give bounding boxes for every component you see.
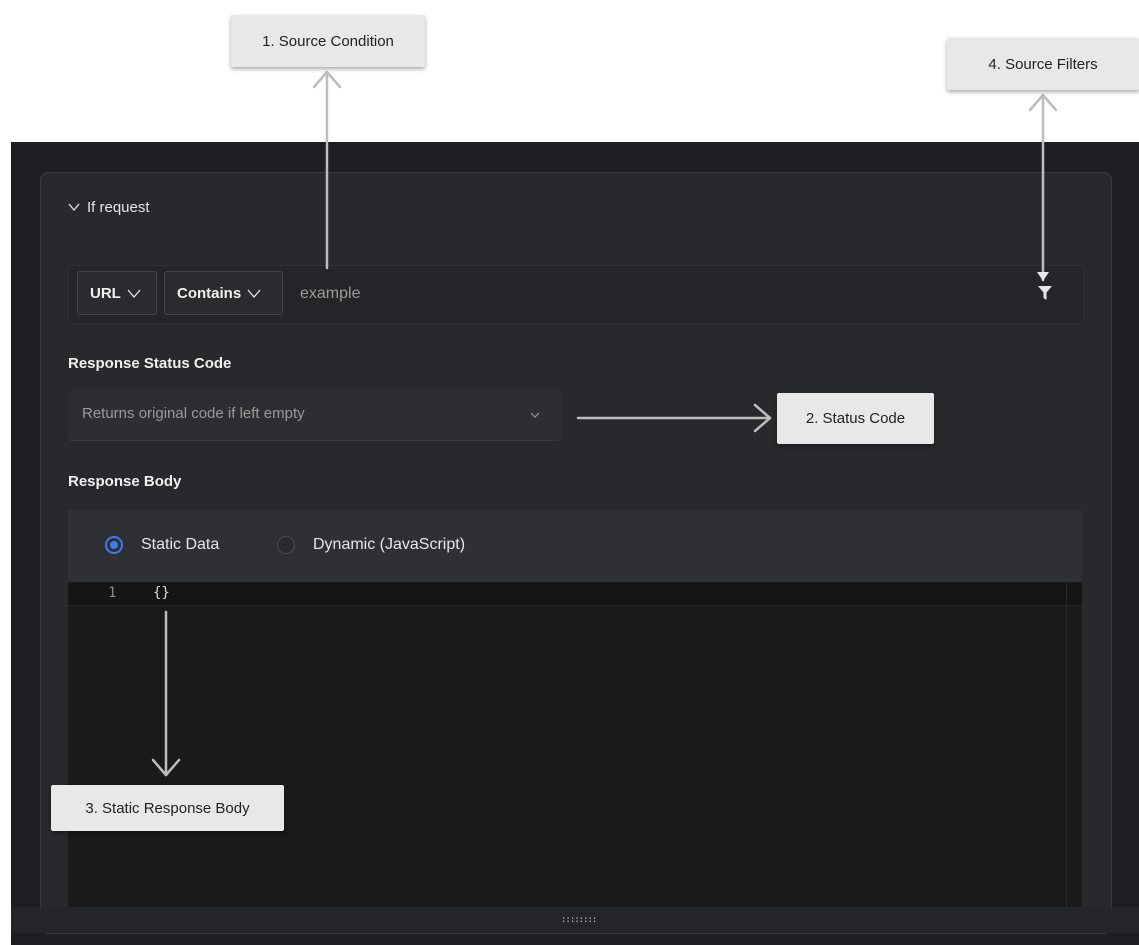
static-data-radio[interactable] [105, 536, 123, 554]
dynamic-javascript-radio[interactable] [277, 536, 295, 554]
callout-source-filters: 4. Source Filters [947, 38, 1139, 90]
editor-line-number: 1 [108, 585, 117, 601]
arrowhead-source-condition [312, 70, 342, 89]
source-key-label: URL [90, 284, 121, 302]
rule-header-title: If request [87, 199, 150, 216]
drag-handle-icon[interactable]: :::::::: [561, 915, 597, 925]
response-body-type-bar [68, 510, 1082, 582]
callout-source-condition: 1. Source Condition [231, 15, 425, 67]
chevron-down-icon [127, 289, 141, 298]
response-body-editor[interactable] [68, 582, 1082, 912]
filter-icon[interactable] [1036, 284, 1054, 302]
chevron-down-icon[interactable] [67, 200, 81, 214]
arrowhead-source-filters [1028, 93, 1058, 112]
status-code-placeholder: Returns original code if left empty [82, 405, 305, 422]
dynamic-javascript-label[interactable]: Dynamic (JavaScript) [313, 536, 465, 554]
editor-active-line [68, 583, 1082, 606]
callout-static-response-body: 3. Static Response Body [51, 785, 284, 831]
condition-value-input[interactable] [300, 283, 900, 305]
callout-status-code: 2. Status Code [777, 393, 934, 444]
chevron-down-icon [247, 289, 261, 298]
operator-dropdown[interactable]: Contains [164, 271, 283, 315]
chevron-down-icon [530, 412, 540, 418]
editor-scroll-gutter [1066, 582, 1067, 912]
response-body-label: Response Body [68, 473, 182, 490]
rule-header-toggle[interactable] [40, 172, 1110, 242]
source-key-dropdown[interactable]: URL [77, 271, 157, 315]
status-code-label: Response Status Code [68, 355, 232, 372]
static-data-label[interactable]: Static Data [141, 536, 219, 554]
operator-label: Contains [177, 284, 242, 302]
editor-code[interactable]: {} [153, 585, 170, 601]
